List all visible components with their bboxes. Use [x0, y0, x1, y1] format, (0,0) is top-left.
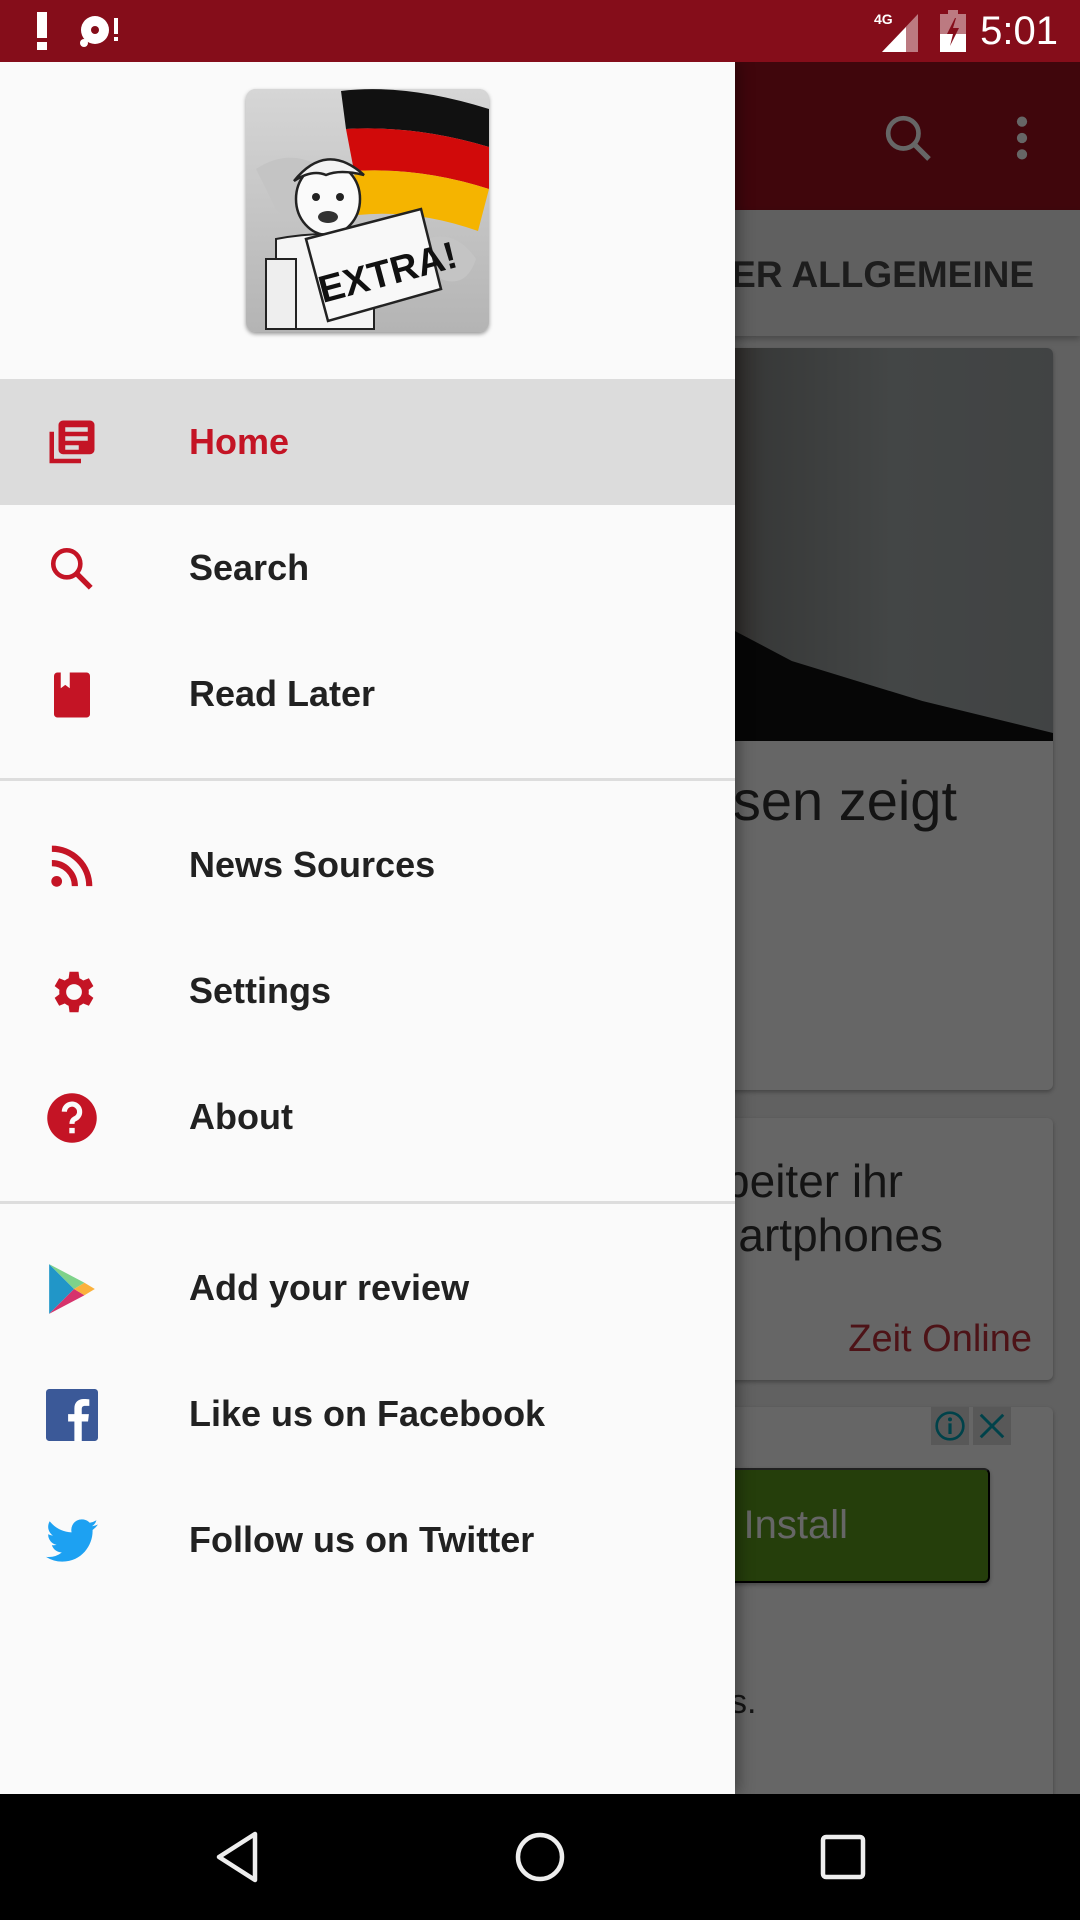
battery-charging-icon	[940, 10, 967, 52]
drawer-item-label: Settings	[189, 970, 332, 1011]
drawer-item-label: Like us on Facebook	[189, 1393, 546, 1434]
drawer-item-label: Read Later	[189, 673, 376, 714]
status-clock: 5:01	[980, 8, 1058, 53]
recents-icon[interactable]	[810, 1824, 876, 1890]
drawer-item-label: Follow us on Twitter	[189, 1519, 535, 1560]
bookmark-book-icon	[45, 668, 99, 722]
search-icon	[45, 542, 99, 596]
help-circle-icon	[45, 1091, 99, 1145]
drawer-item-label: About	[189, 1096, 293, 1137]
app-logo: EXTRA!	[246, 89, 489, 332]
home-newspaper-icon	[45, 416, 99, 470]
sd-card-alert-icon	[78, 12, 122, 50]
gear-icon	[45, 965, 99, 1019]
drawer-item-settings[interactable]: Settings	[0, 928, 735, 1054]
drawer-divider	[0, 1201, 735, 1204]
navigation-drawer: EXTRA! Home Search Read Later News Sourc…	[0, 62, 735, 1794]
play-store-icon	[45, 1262, 99, 1316]
back-icon[interactable]	[204, 1824, 270, 1890]
drawer-item-twitter[interactable]: Follow us on Twitter	[0, 1477, 735, 1603]
drawer-item-label: News Sources	[189, 844, 436, 885]
drawer-divider	[0, 778, 735, 781]
home-icon[interactable]	[507, 1824, 573, 1890]
status-bar: 4G 5:01	[0, 0, 1080, 62]
drawer-item-about[interactable]: About	[0, 1054, 735, 1180]
alert-icon	[36, 12, 48, 50]
rss-icon	[45, 839, 99, 893]
drawer-item-search[interactable]: Search	[0, 505, 735, 631]
drawer-item-label: Search	[189, 547, 310, 588]
drawer-item-news-sources[interactable]: News Sources	[0, 802, 735, 928]
drawer-item-add-review[interactable]: Add your review	[0, 1225, 735, 1351]
facebook-icon	[45, 1388, 99, 1442]
signal-icon: 4G	[874, 10, 926, 52]
twitter-icon	[45, 1514, 99, 1568]
drawer-item-home[interactable]: Home	[0, 379, 735, 505]
drawer-item-read-later[interactable]: Read Later	[0, 631, 735, 757]
drawer-item-label: Home	[189, 421, 290, 462]
drawer-header: EXTRA!	[0, 62, 735, 379]
network-type: 4G	[874, 11, 893, 27]
system-nav-bar	[0, 1794, 1080, 1920]
drawer-item-facebook[interactable]: Like us on Facebook	[0, 1351, 735, 1477]
drawer-item-label: Add your review	[189, 1267, 470, 1308]
